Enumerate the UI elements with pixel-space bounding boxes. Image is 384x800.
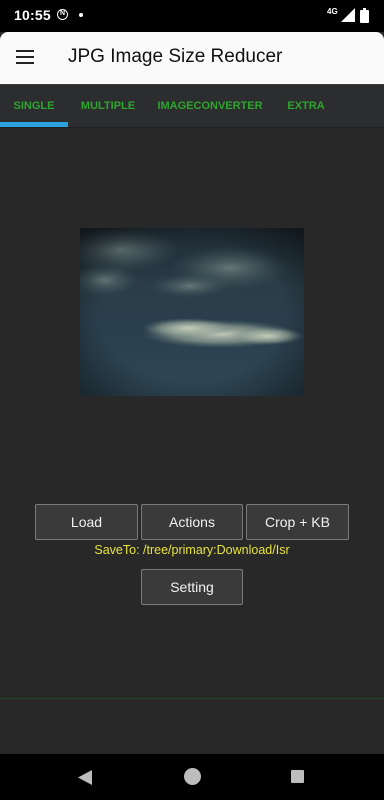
tab-multiple[interactable]: MULTIPLE <box>72 85 144 129</box>
back-icon[interactable] <box>78 770 92 785</box>
home-icon[interactable] <box>184 768 201 785</box>
image-preview[interactable] <box>80 228 304 396</box>
app-bar: JPG Image Size Reducer <box>0 32 384 84</box>
battery-icon <box>360 8 369 23</box>
signal-icon <box>341 8 355 22</box>
load-button[interactable]: Load <box>35 504 138 540</box>
recents-icon[interactable] <box>291 770 304 783</box>
save-to-path: SaveTo: /tree/primary:Download/Isr <box>94 543 290 557</box>
status-bar: 10:55 N 4G <box>0 0 384 32</box>
navigation-bar <box>0 754 384 800</box>
notification-icon: N <box>57 9 68 20</box>
tab-extra[interactable]: EXTRA <box>276 85 336 129</box>
network-type-label: 4G <box>327 7 338 16</box>
actions-button[interactable]: Actions <box>141 504 243 540</box>
status-time: 10:55 <box>14 7 51 23</box>
notification-dot-icon <box>79 13 83 17</box>
hamburger-menu-icon[interactable] <box>16 48 36 66</box>
app-title: JPG Image Size Reducer <box>68 46 283 67</box>
divider <box>0 698 384 699</box>
tab-imageconverter[interactable]: IMAGECONVERTER <box>152 85 268 129</box>
crop-kb-button[interactable]: Crop + KB <box>246 504 349 540</box>
setting-button[interactable]: Setting <box>141 569 243 605</box>
tab-indicator <box>0 122 68 127</box>
